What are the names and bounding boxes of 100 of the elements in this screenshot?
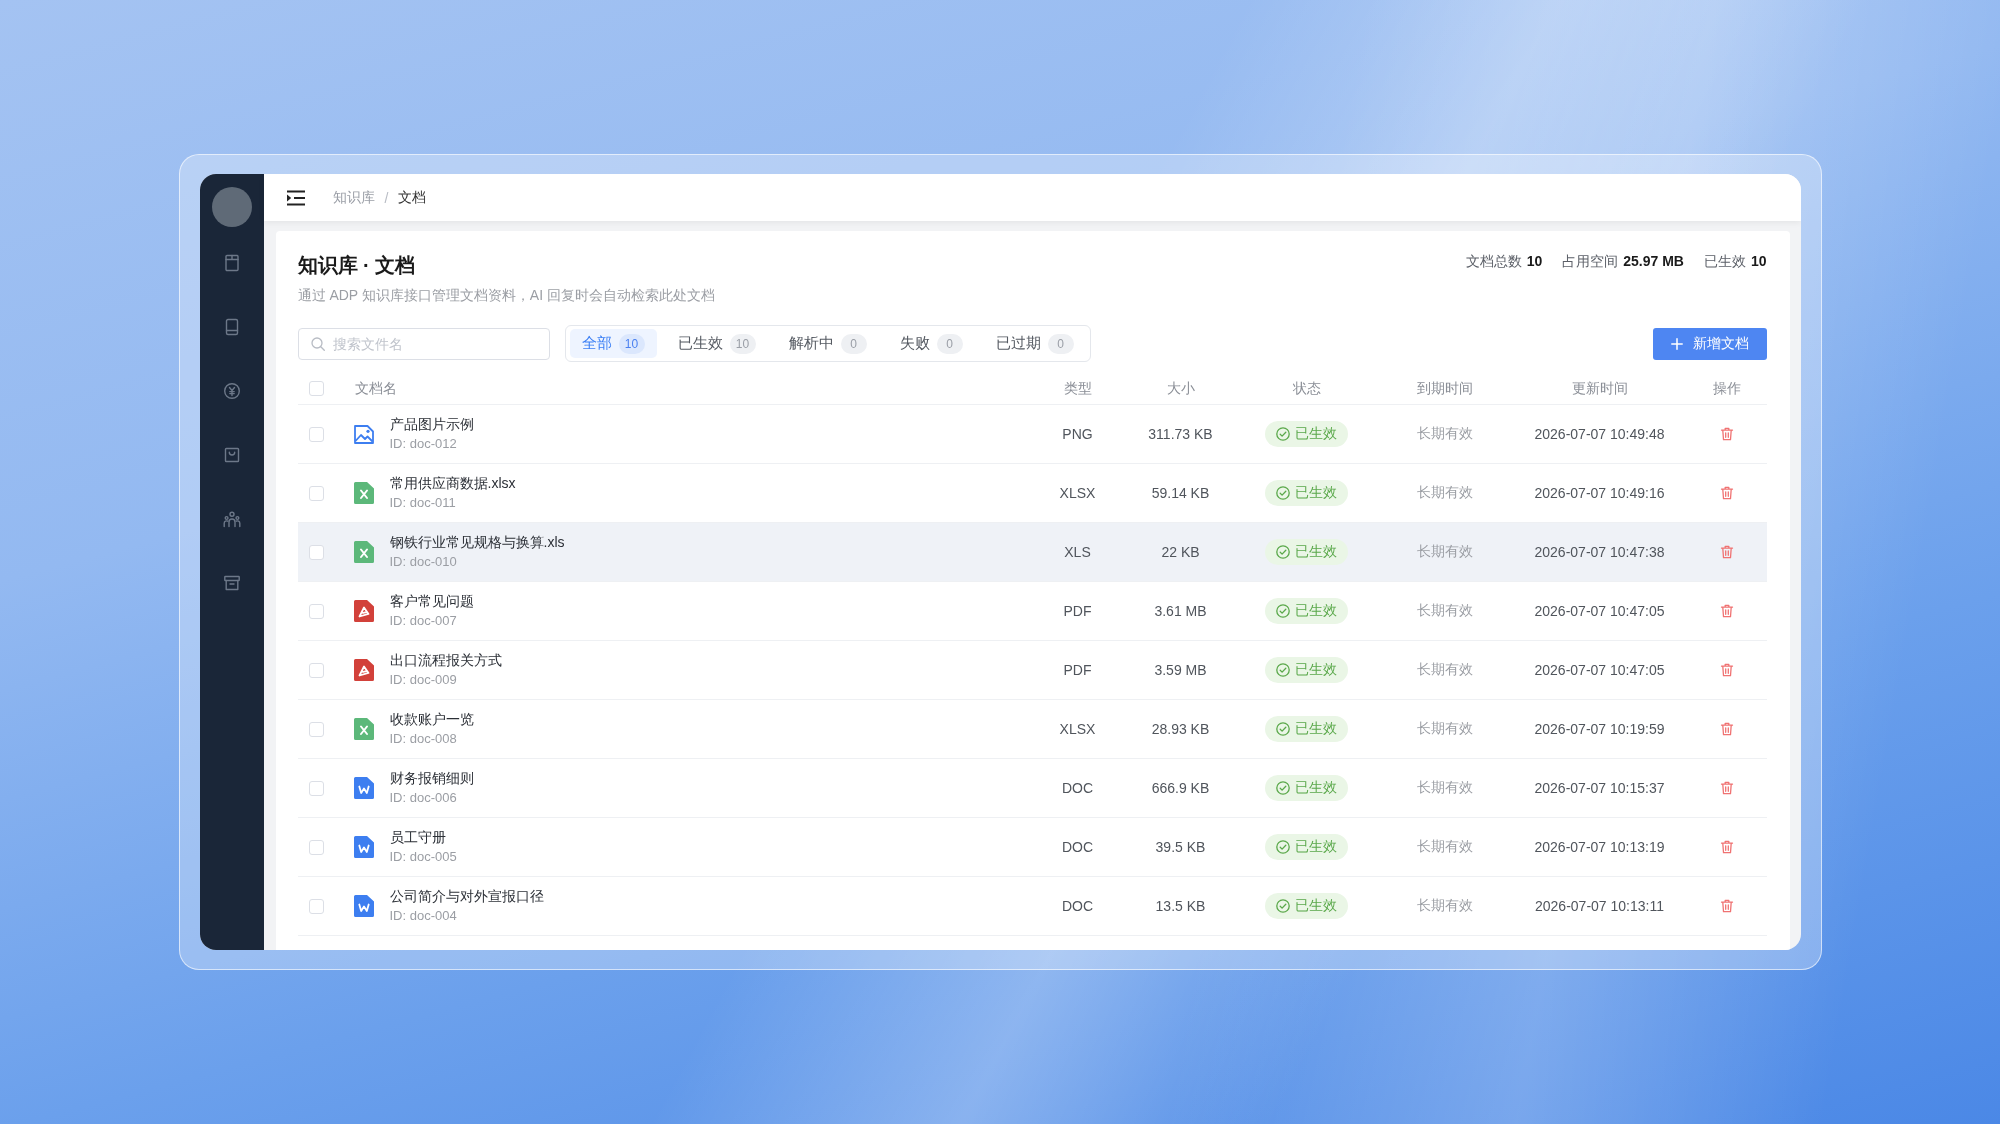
archive-icon[interactable] [222,574,241,592]
status-label: 已生效 [1295,838,1337,856]
file-id: ID: doc-012 [389,435,457,453]
delete-button[interactable] [1719,545,1734,559]
filter-tab[interactable]: 解析中 0 [776,329,879,358]
row-checkbox[interactable] [308,898,324,914]
trash-icon [1719,427,1734,441]
status-label: 已生效 [1295,779,1337,797]
file-size: 3.59 MB [1154,662,1207,678]
row-checkbox[interactable] [308,780,324,796]
status-label: 已生效 [1295,484,1337,502]
filter-tab[interactable]: 失败 0 [887,329,975,358]
delete-button[interactable] [1719,663,1734,677]
row-checkbox[interactable] [308,662,324,678]
file-id: ID: doc-004 [389,907,457,925]
document-icon [353,895,374,917]
expiry-text: 长期有效 [1416,484,1473,502]
file-name: 客户常见问题 [389,592,474,611]
delete-button[interactable] [1719,781,1734,795]
file-id: ID: doc-008 [389,730,457,748]
delete-button[interactable] [1719,604,1734,618]
row-checkbox[interactable] [308,603,324,619]
trash-icon [1719,781,1734,795]
updated-time: 2026-07-07 10:19:59 [1534,721,1665,737]
yen-icon[interactable] [222,382,241,400]
count-badge: 0 [1047,333,1074,354]
row-checkbox[interactable] [308,544,324,560]
menu-icon[interactable] [285,189,306,206]
file-name: 出口流程报关方式 [389,651,502,670]
count-badge: 0 [936,333,963,354]
file-name: 收款账户一览 [389,710,474,729]
updated-time: 2026-07-07 10:13:11 [1535,898,1664,914]
check-circle-icon [1276,722,1290,736]
trash-icon [1719,604,1734,618]
file-name: 公司简介与对外宣报口径 [389,887,544,906]
file-name: 常用供应商数据.xlsx [389,474,516,493]
select-all-checkbox[interactable] [308,381,324,396]
column-header: 更新时间 [1571,379,1628,398]
document-icon [353,836,374,858]
file-type: DOC [1061,898,1094,914]
plus-icon [1670,337,1683,350]
status-label: 已生效 [1295,897,1337,915]
file-id: ID: doc-009 [389,671,457,689]
check-circle-icon [1276,840,1290,854]
trash-icon [1719,663,1734,677]
delete-button[interactable] [1719,486,1734,500]
filter-tab[interactable]: 已生效 10 [665,329,768,358]
search-field[interactable]: 搜索文件名 [297,327,550,360]
filter-tab[interactable]: 已过期 0 [983,329,1086,358]
delete-button[interactable] [1719,427,1734,441]
breadcrumb-link[interactable]: 文档 [398,188,427,207]
people-icon[interactable] [222,510,241,528]
table-row[interactable]: 钢铁行业常见规格与换算.xls ID: doc-010 XLS 22 KB 已生效 长期有效 2026-07-07 10:47:38 [297,523,1767,582]
row-checkbox[interactable] [308,721,324,737]
expiry-text: 长期有效 [1416,720,1473,738]
updated-time: 2026-07-07 10:13:19 [1534,839,1665,855]
page-subtitle: 通过 ADP 知识库接口管理文档资料，AI 回复时会自动检索此处文档 [297,286,715,305]
updated-time: 2026-07-07 10:49:16 [1534,485,1665,501]
file-size: 311.73 KB [1148,426,1213,442]
file-type: PDF [1063,662,1092,678]
trash-icon [1719,486,1734,500]
file-size: 28.93 KB [1151,721,1210,737]
trash-icon [1719,545,1734,559]
expiry-text: 长期有效 [1416,779,1473,797]
row-checkbox[interactable] [308,485,324,501]
updated-time: 2026-07-07 10:47:05 [1534,603,1665,619]
file-size: 22 KB [1161,544,1200,560]
window-icon[interactable] [222,254,241,272]
updated-time: 2026-07-07 10:47:38 [1534,544,1665,560]
file-type: XLSX [1059,721,1096,737]
file-id: ID: doc-007 [389,612,457,630]
avatar[interactable] [211,187,252,227]
file-type: DOC [1061,839,1094,855]
stat-value: 10 [1526,252,1543,271]
file-name: 产品图片示例 [389,415,474,434]
status-label: 已生效 [1295,602,1337,620]
count-badge: 10 [729,333,756,354]
bag-icon[interactable] [222,446,241,464]
check-circle-icon [1276,781,1290,795]
delete-button[interactable] [1719,722,1734,736]
column-header: 类型 [1063,379,1092,398]
row-checkbox[interactable] [308,839,324,855]
row-checkbox[interactable] [308,426,324,442]
spreadsheet-icon [353,718,374,740]
filter-tab[interactable]: 全部 10 [569,329,657,358]
column-header: 文档名 [354,379,397,398]
file-size: 3.61 MB [1154,603,1207,619]
column-header: 到期时间 [1416,379,1473,398]
delete-button[interactable] [1719,840,1734,854]
file-type: PDF [1063,603,1092,619]
pdf-icon [353,600,374,622]
expiry-text: 长期有效 [1416,425,1473,443]
check-circle-icon [1276,486,1290,500]
stat-label: 已生效 [1703,252,1746,271]
page-title: 知识库 · 文档 [297,253,416,278]
file-id: ID: doc-011 [389,494,456,512]
file-name: 员工守册 [389,828,446,847]
file-id: ID: doc-006 [389,789,457,807]
status-label: 已生效 [1295,720,1337,738]
delete-button[interactable] [1719,899,1734,913]
